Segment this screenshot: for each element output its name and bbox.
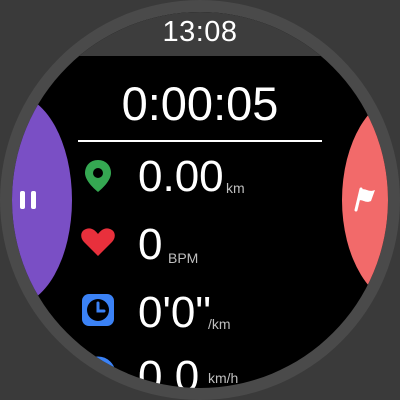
watch-bezel: 13:08 0:00:05 0.00 km 0 BPM 0'0" /km 0.0… [0,0,400,400]
distance-unit: km [226,180,245,196]
heart-rate-value: 0 [138,220,163,269]
speed-value: 0.0 [138,352,200,388]
speed-row: 0.0 km/h [78,348,298,388]
pace-value: 0'0" [138,288,211,337]
flag-icon [354,187,375,212]
heart-rate-unit: BPM [168,250,199,266]
divider [78,140,322,142]
heart-icon [81,228,115,256]
pause-icon [20,191,36,209]
distance-row: 0.00 km [78,148,298,204]
pace-unit: /km [208,316,231,332]
location-pin-icon [85,160,111,192]
watch-face: 13:08 0:00:05 0.00 km 0 BPM 0'0" /km 0.0… [12,12,388,388]
distance-value: 0.00 [138,152,224,201]
speedometer-icon [80,356,116,388]
clock-icon [82,294,114,326]
heart-rate-row: 0 BPM [78,216,298,272]
clock-time: 13:08 [162,16,238,48]
speed-unit: km/h [208,370,239,386]
pace-row: 0'0" /km [78,284,298,340]
workout-duration: 0:00:05 [121,77,279,130]
